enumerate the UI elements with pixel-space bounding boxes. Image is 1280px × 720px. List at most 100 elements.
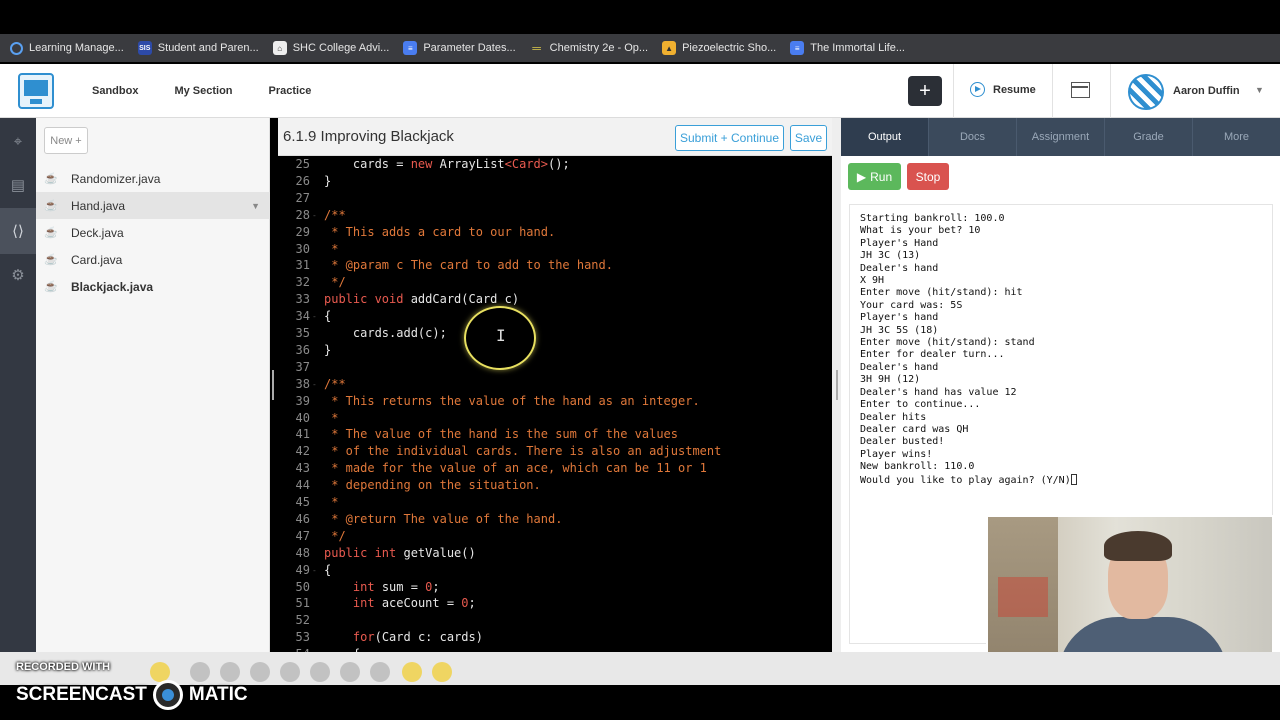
code-line: 46 * @return The value of the hand. [278, 511, 832, 528]
gear-icon[interactable]: ⚙ [0, 252, 36, 298]
line-number: 46 [295, 511, 310, 526]
console-text: 3H 9H (12) [860, 374, 921, 386]
right-panel-tabs: Output Docs Assignment Grade More [841, 118, 1280, 156]
tab-grade[interactable]: Grade [1105, 118, 1193, 156]
console-text: Dealer hits [860, 411, 927, 423]
bookmark-item[interactable]: ═ Chemistry 2e - Op... [530, 41, 648, 55]
doc-icon: ≡ [790, 41, 805, 55]
code-text: * This returns the value of the hand as … [324, 393, 700, 408]
console-text: New bankroll: 110.0 [860, 461, 975, 473]
line-number: 41 [295, 427, 310, 442]
fold-marker-icon[interactable]: - [312, 308, 317, 325]
screencast-logo-icon [152, 680, 183, 710]
file-item[interactable]: ☕ Card.java [36, 246, 270, 273]
console-text: Would you like to play again? (Y/N) [860, 474, 1071, 486]
line-number: 49 [295, 562, 310, 577]
console-text: X 9H [860, 275, 885, 287]
line-number: 25 [295, 157, 310, 171]
code-text: * @param c The card to add to the hand. [324, 258, 613, 273]
console-text: JH 3C 5S (18) [860, 324, 939, 336]
doc-icon: ≡ [403, 41, 418, 55]
line-number: 26 [295, 173, 310, 188]
run-button[interactable]: ▶ Run [848, 163, 901, 190]
line-number: 50 [295, 579, 310, 594]
console-line: Your card was: 5S [860, 300, 1262, 312]
console-text: Dealer's hand [860, 262, 939, 274]
code-text: /** [324, 376, 346, 391]
avatar[interactable] [1128, 74, 1164, 110]
console-line: Enter move (hit/stand): stand [860, 337, 1262, 349]
console-line: Dealer's hand [860, 263, 1262, 275]
fold-marker-icon[interactable]: - [312, 207, 317, 224]
resume-button[interactable]: Resume [970, 82, 1036, 97]
console-text: Enter move (hit/stand): stand [860, 337, 1035, 349]
header-divider [1052, 64, 1053, 118]
tab-docs[interactable]: Docs [929, 118, 1017, 156]
console-text: Dealer card was QH [860, 423, 969, 435]
code-line: 34-{ [278, 308, 832, 325]
submit-continue-button[interactable]: Submit + Continue [675, 125, 784, 151]
screencastomatic-logo: SCREENCAST MATIC [16, 680, 248, 710]
console-line: Dealer's hand [860, 362, 1262, 374]
panel-resize-handle[interactable] [836, 370, 838, 400]
code-editor[interactable]: 25 cards = new ArrayList<Card>(); 26} 27 28… [278, 156, 832, 652]
create-plus-button[interactable]: + [908, 76, 942, 106]
bookmark-item[interactable]: ▲ Piezoelectric Sho... [662, 41, 776, 55]
text-cursor-icon: I [496, 326, 506, 345]
chevron-down-icon[interactable]: ▼ [251, 201, 260, 211]
bookmark-item[interactable]: Learning Manage... [10, 41, 124, 55]
stop-button[interactable]: Stop [907, 163, 949, 190]
bookmark-item[interactable]: ≡ Parameter Dates... [403, 41, 516, 55]
nav-practice[interactable]: Practice [269, 85, 312, 97]
console-line: JH 3C 5S (18) [860, 325, 1262, 337]
fold-marker-icon[interactable]: - [312, 562, 317, 579]
save-button[interactable]: Save [790, 125, 827, 151]
line-number: 29 [295, 224, 310, 239]
bookmark-item[interactable]: ≡ The Immortal Life... [790, 41, 905, 55]
fold-marker-icon[interactable]: - [312, 376, 317, 393]
recorded-with-label: RECORDED WITH [16, 661, 111, 673]
file-item[interactable]: ☕ Deck.java [36, 219, 270, 246]
new-file-button[interactable]: New + [44, 127, 88, 154]
code-line: 30 * [278, 241, 832, 258]
circle-icon [10, 41, 23, 55]
code-line: 39 * This returns the value of the hand … [278, 393, 832, 410]
nav-sandbox[interactable]: Sandbox [92, 85, 138, 97]
line-number: 52 [295, 613, 310, 628]
panel-resize-handle[interactable] [272, 370, 274, 400]
line-number: 31 [295, 258, 310, 273]
console-text: Dealer's hand has value 12 [860, 386, 1017, 398]
code-text: /** [324, 207, 346, 222]
tab-more[interactable]: More [1193, 118, 1280, 156]
piezo-icon: ▲ [662, 41, 677, 55]
bookmark-item[interactable]: ⌂ SHC College Advi... [272, 41, 389, 55]
bookmark-item[interactable]: SIS Student and Paren... [137, 41, 259, 55]
code-text: * made for the value of an ace, which ca… [324, 461, 707, 476]
header-divider [953, 64, 954, 118]
tab-output[interactable]: Output [841, 118, 929, 156]
nav-my-section[interactable]: My Section [174, 85, 232, 97]
console-text: Enter move (hit/stand): hit [860, 287, 1023, 299]
recorder-icon [402, 662, 422, 682]
bookmark-label: Chemistry 2e - Op... [549, 42, 649, 54]
console-line: X 9H [860, 275, 1262, 287]
line-number: 36 [295, 342, 310, 357]
window-icon[interactable] [1071, 82, 1090, 98]
codehs-logo-icon[interactable] [18, 72, 54, 109]
tab-assignment[interactable]: Assignment [1017, 118, 1105, 156]
browser-top-strip [0, 0, 1280, 34]
file-item[interactable]: ☕ Randomizer.java [36, 165, 270, 192]
calendar-icon[interactable]: ▤ [0, 162, 36, 208]
chevron-down-icon[interactable]: ▼ [1255, 85, 1264, 95]
sis-icon: SIS [137, 41, 152, 55]
resume-label: Resume [993, 83, 1036, 96]
console-line: Dealer hits [860, 412, 1262, 424]
input-caret[interactable] [1070, 473, 1077, 485]
username[interactable]: Aaron Duffin [1173, 85, 1240, 97]
code-icon[interactable]: ⟨⟩ [0, 208, 36, 254]
bookmarks-bar: Learning Manage... SIS Student and Paren..… [0, 34, 1280, 62]
map-icon[interactable]: ⌖ [0, 118, 36, 164]
file-item[interactable]: ☕ Blackjack.java [36, 273, 270, 300]
code-line: 43 * made for the value of an ace, which… [278, 460, 832, 477]
file-item[interactable]: ☕ Hand.java ▼ [36, 192, 270, 219]
